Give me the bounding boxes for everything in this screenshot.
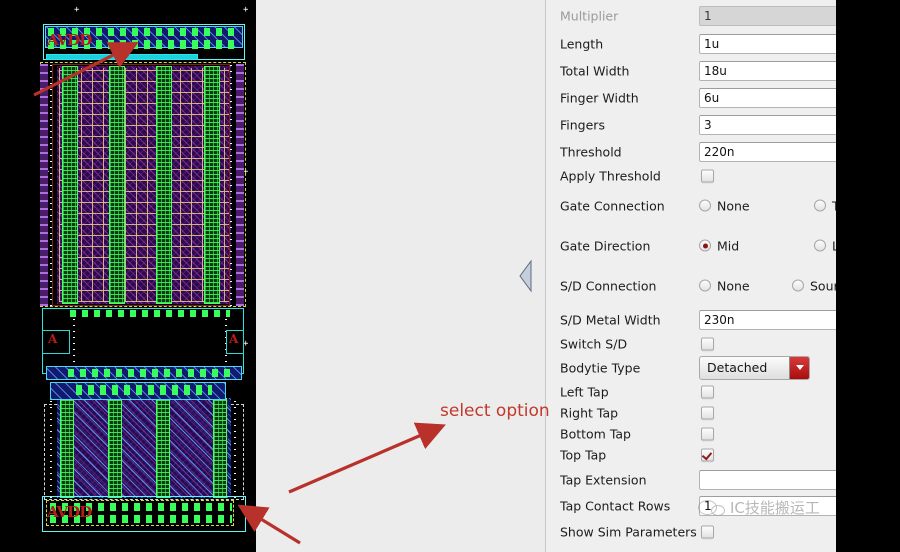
field-label: Apply Threshold: [560, 168, 661, 183]
left-tap-checkbox[interactable]: [701, 385, 714, 398]
field-label: Bodytie Type: [560, 360, 640, 375]
triangle-left-icon: [518, 258, 534, 294]
bottom-right-col: [234, 398, 236, 498]
gate-connection-option-none[interactable]: None: [699, 198, 750, 213]
radio-dot-icon: [699, 200, 711, 212]
field-label: Tap Extension: [560, 472, 647, 487]
field-label: Left Tap: [560, 384, 609, 399]
background-fill: [836, 0, 900, 552]
radio-option-label: None: [717, 278, 750, 293]
poly-finger: [156, 398, 170, 498]
poly-finger: [60, 398, 74, 498]
radio-dot-icon: [814, 240, 826, 252]
apply-threshold-checkbox[interactable]: [701, 169, 714, 182]
bottom-upper-contacts: [76, 385, 212, 395]
ic-layout-canvas[interactable]: + + + + + + AVDD A A AVDD: [0, 0, 256, 552]
top-device-dark-border: [52, 64, 230, 306]
label-avdd-bottom: AVDD: [47, 503, 91, 521]
field-label: Total Width: [560, 63, 629, 78]
field-label: Show Sim Parameters: [560, 524, 697, 539]
right-tap-checkbox[interactable]: [701, 406, 714, 419]
radio-option-label: Mid: [717, 238, 739, 253]
field-label: Threshold: [560, 144, 622, 159]
radio-dot-icon: [792, 280, 804, 292]
field-label: Gate Direction: [560, 238, 650, 253]
chevron-down-icon: [789, 357, 809, 379]
show-sim-parameters-checkbox[interactable]: [701, 525, 714, 538]
switch-s-d-checkbox[interactable]: [701, 337, 714, 350]
s-d-connection-option-none[interactable]: None: [699, 278, 750, 293]
mid-top-contacts: [70, 310, 230, 317]
poly-finger: [213, 398, 227, 498]
field-label: Fingers: [560, 117, 605, 132]
collapse-panel-handle[interactable]: [518, 258, 534, 294]
field-label: S/D Connection: [560, 278, 656, 293]
field-label: Tap Contact Rows: [560, 498, 670, 513]
field-label: Gate Connection: [560, 198, 665, 213]
gate-direction-option-mid[interactable]: Mid: [699, 238, 739, 253]
field-label: S/D Metal Width: [560, 312, 661, 327]
canvas-marker: +: [74, 6, 79, 15]
right-rail: [236, 64, 244, 306]
canvas-marker: +: [243, 6, 248, 15]
radio-dot-icon: [814, 200, 826, 212]
bottom-tap-checkbox[interactable]: [701, 427, 714, 440]
select-option-annotation: select option: [440, 401, 550, 421]
left-rail: [40, 64, 48, 306]
field-label: Length: [560, 36, 603, 51]
top-tap-checkbox[interactable]: [701, 448, 714, 461]
field-label: Bottom Tap: [560, 426, 631, 441]
top-tap-inner-ring: [46, 54, 198, 60]
bottom-left-col: [50, 398, 52, 498]
pin-label-right: A: [229, 332, 237, 346]
radio-dot-icon: [699, 240, 711, 252]
device-parameter-panel: Multiplier Length Total Width Finger Width F…: [256, 0, 900, 552]
radio-dot-icon: [699, 280, 711, 292]
right-rail-dots: [230, 64, 232, 306]
bodytie-type-dropdown[interactable]: Detached: [699, 356, 810, 380]
field-label: Switch S/D: [560, 336, 627, 351]
mid-bottom-contacts: [68, 369, 230, 377]
poly-finger: [108, 398, 122, 498]
field-label: Top Tap: [560, 447, 606, 462]
pin-label-left: A: [48, 332, 56, 346]
field-label: Finger Width: [560, 90, 639, 105]
field-label: Right Tap: [560, 405, 618, 420]
radio-option-label: None: [717, 198, 750, 213]
bodytie-type-selected-value: Detached: [700, 357, 789, 379]
label-avdd-top: AVDD: [47, 31, 91, 49]
bottom-device-hatch: [57, 398, 231, 498]
field-label: Multiplier: [560, 8, 618, 23]
